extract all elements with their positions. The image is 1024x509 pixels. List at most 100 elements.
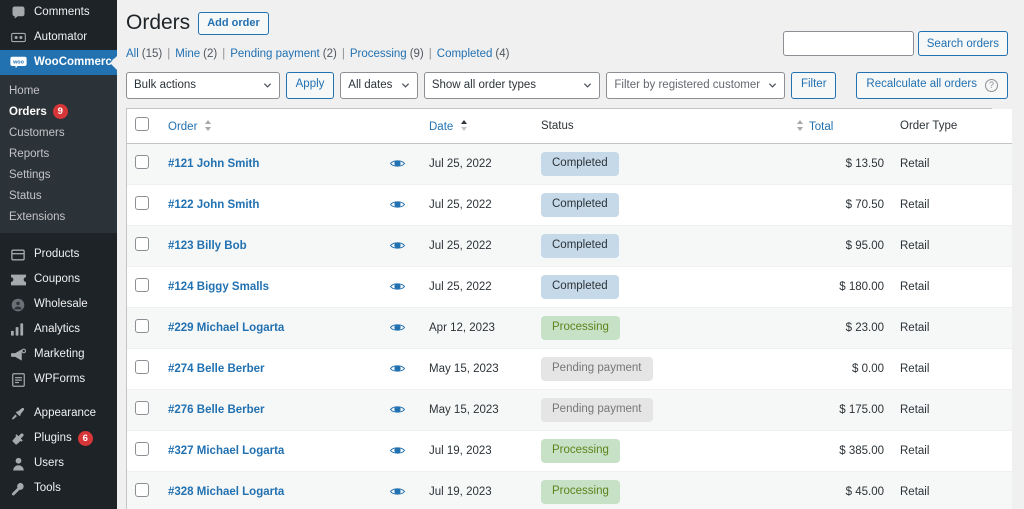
- order-link[interactable]: #122 John Smith: [168, 199, 259, 211]
- bulk-actions-select[interactable]: Bulk actions: [126, 71, 280, 99]
- table-row: #229 Michael Logarta Apr 12, 2023 Processi…: [127, 306, 1012, 348]
- preview-cell[interactable]: [373, 306, 421, 348]
- order-type-select[interactable]: Show all order types: [423, 71, 601, 99]
- recalculate-all-orders-button[interactable]: Recalculate all orders ?: [856, 71, 1008, 99]
- submenu-item-label: Orders: [9, 105, 47, 118]
- filter-link-pending-payment[interactable]: Pending payment: [230, 48, 320, 60]
- status-badge: Completed: [541, 233, 619, 258]
- order-link[interactable]: #274 Belle Berber: [168, 363, 265, 375]
- customer-filter-select[interactable]: Filter by registered customer: [606, 71, 786, 99]
- preview-cell[interactable]: [373, 224, 421, 266]
- submenu-item-reports[interactable]: Reports: [0, 143, 117, 164]
- submenu-item-extensions[interactable]: Extensions: [0, 206, 117, 227]
- sidebar-item-woocommerce[interactable]: woo WooCommerce: [0, 50, 117, 75]
- preview-eye-icon[interactable]: [389, 405, 405, 414]
- sort-icon-active[interactable]: [460, 119, 468, 132]
- row-checkbox[interactable]: [135, 237, 149, 251]
- preview-cell[interactable]: [373, 429, 421, 471]
- sort-icon[interactable]: [204, 119, 212, 132]
- select-all-checkbox[interactable]: [135, 117, 149, 132]
- sidebar-item-products[interactable]: Products: [0, 242, 117, 267]
- row-checkbox[interactable]: [135, 319, 149, 333]
- sidebar-item-analytics[interactable]: Analytics: [0, 317, 117, 342]
- date-cell: Jul 25, 2022: [421, 224, 533, 266]
- preview-eye-icon[interactable]: [389, 159, 405, 168]
- sidebar-item-label: WPForms: [34, 372, 86, 385]
- filter-button[interactable]: Filter: [791, 71, 837, 99]
- order-link[interactable]: #121 John Smith: [168, 158, 259, 170]
- sidebar-item-label: Appearance: [34, 406, 97, 419]
- help-icon[interactable]: ?: [985, 78, 998, 92]
- preview-cell[interactable]: [373, 183, 421, 225]
- sidebar-item-users[interactable]: Users: [0, 451, 117, 476]
- sort-icon[interactable]: [796, 119, 804, 132]
- row-checkbox[interactable]: [135, 483, 149, 498]
- filter-link-completed[interactable]: Completed: [437, 48, 493, 60]
- page-scrollbar[interactable]: [1018, 0, 1024, 509]
- order-type-cell: Retail: [892, 224, 1012, 266]
- sidebar-item-label: Analytics: [34, 322, 81, 335]
- preview-eye-icon[interactable]: [389, 364, 405, 373]
- sidebar-item-wpforms[interactable]: WPForms: [0, 367, 117, 392]
- sidebar-item-label: Users: [34, 456, 65, 469]
- preview-eye-icon[interactable]: [389, 282, 405, 291]
- sidebar-item-appearance[interactable]: Appearance: [0, 401, 117, 426]
- row-checkbox[interactable]: [135, 442, 149, 456]
- row-checkbox[interactable]: [135, 401, 149, 415]
- date-filter-select[interactable]: All dates: [340, 71, 418, 99]
- search-orders-button[interactable]: Search orders: [917, 31, 1008, 56]
- sidebar-item-coupons[interactable]: Coupons: [0, 267, 117, 292]
- order-link[interactable]: #328 Michael Logarta: [168, 486, 284, 498]
- sidebar-item-plugins[interactable]: Plugins 6: [0, 426, 117, 451]
- row-checkbox[interactable]: [135, 196, 149, 210]
- preview-eye-icon[interactable]: [389, 446, 405, 455]
- preview-eye-icon[interactable]: [389, 487, 405, 496]
- row-checkbox[interactable]: [135, 278, 149, 292]
- add-order-button[interactable]: Add order: [198, 11, 269, 35]
- filter-link-all[interactable]: All: [126, 48, 139, 60]
- order-link[interactable]: #276 Belle Berber: [168, 404, 265, 416]
- preview-cell[interactable]: [373, 143, 421, 184]
- submenu-item-orders[interactable]: Orders 9: [0, 101, 117, 122]
- column-header-order-label[interactable]: Order: [168, 121, 197, 133]
- sidebar-item-marketing[interactable]: Marketing: [0, 342, 117, 367]
- filter-link-mine[interactable]: Mine: [175, 48, 200, 60]
- preview-cell[interactable]: [373, 265, 421, 307]
- table-row: #122 John Smith Jul 25, 2022 Completed $ 70…: [127, 183, 1012, 225]
- row-select-cell: [127, 183, 160, 225]
- column-header-date[interactable]: Date: [421, 109, 533, 144]
- total-cell: $ 180.00: [788, 265, 892, 307]
- sidebar-item-comments[interactable]: Comments: [0, 0, 117, 25]
- order-link[interactable]: #124 Biggy Smalls: [168, 281, 269, 293]
- preview-cell[interactable]: [373, 388, 421, 430]
- row-checkbox[interactable]: [135, 360, 149, 374]
- apply-button[interactable]: Apply: [285, 71, 335, 99]
- preview-eye-icon[interactable]: [389, 200, 405, 209]
- submenu-item-settings[interactable]: Settings: [0, 164, 117, 185]
- order-link[interactable]: #327 Michael Logarta: [168, 445, 284, 457]
- order-type-cell: Retail: [892, 265, 1012, 307]
- order-link[interactable]: #229 Michael Logarta: [168, 322, 284, 334]
- row-checkbox[interactable]: [135, 155, 149, 169]
- submenu-item-status[interactable]: Status: [0, 185, 117, 206]
- filter-separator: |: [341, 48, 345, 60]
- preview-eye-icon[interactable]: [389, 241, 405, 250]
- preview-cell[interactable]: [373, 470, 421, 509]
- column-header-total[interactable]: Total: [788, 109, 892, 144]
- orders-table-container: Order Date Status Total Order Type #121 …: [126, 108, 1012, 509]
- sidebar-item-tools-partial[interactable]: Tools: [0, 476, 117, 501]
- column-header-date-label[interactable]: Date: [429, 121, 453, 133]
- filter-link-processing[interactable]: Processing: [350, 48, 407, 60]
- date-cell: May 15, 2023: [421, 347, 533, 389]
- column-header-total-label[interactable]: Total: [809, 121, 833, 133]
- preview-eye-icon[interactable]: [389, 323, 405, 332]
- submenu-item-customers[interactable]: Customers: [0, 122, 117, 143]
- submenu-item-home[interactable]: Home: [0, 80, 117, 101]
- order-link[interactable]: #123 Billy Bob: [168, 240, 247, 252]
- preview-cell[interactable]: [373, 347, 421, 389]
- sidebar-item-wholesale[interactable]: Wholesale: [0, 292, 117, 317]
- search-input[interactable]: [782, 31, 914, 56]
- sidebar-item-automator[interactable]: Automator: [0, 25, 117, 50]
- comments-icon: [9, 4, 27, 22]
- column-header-order[interactable]: Order: [160, 109, 373, 144]
